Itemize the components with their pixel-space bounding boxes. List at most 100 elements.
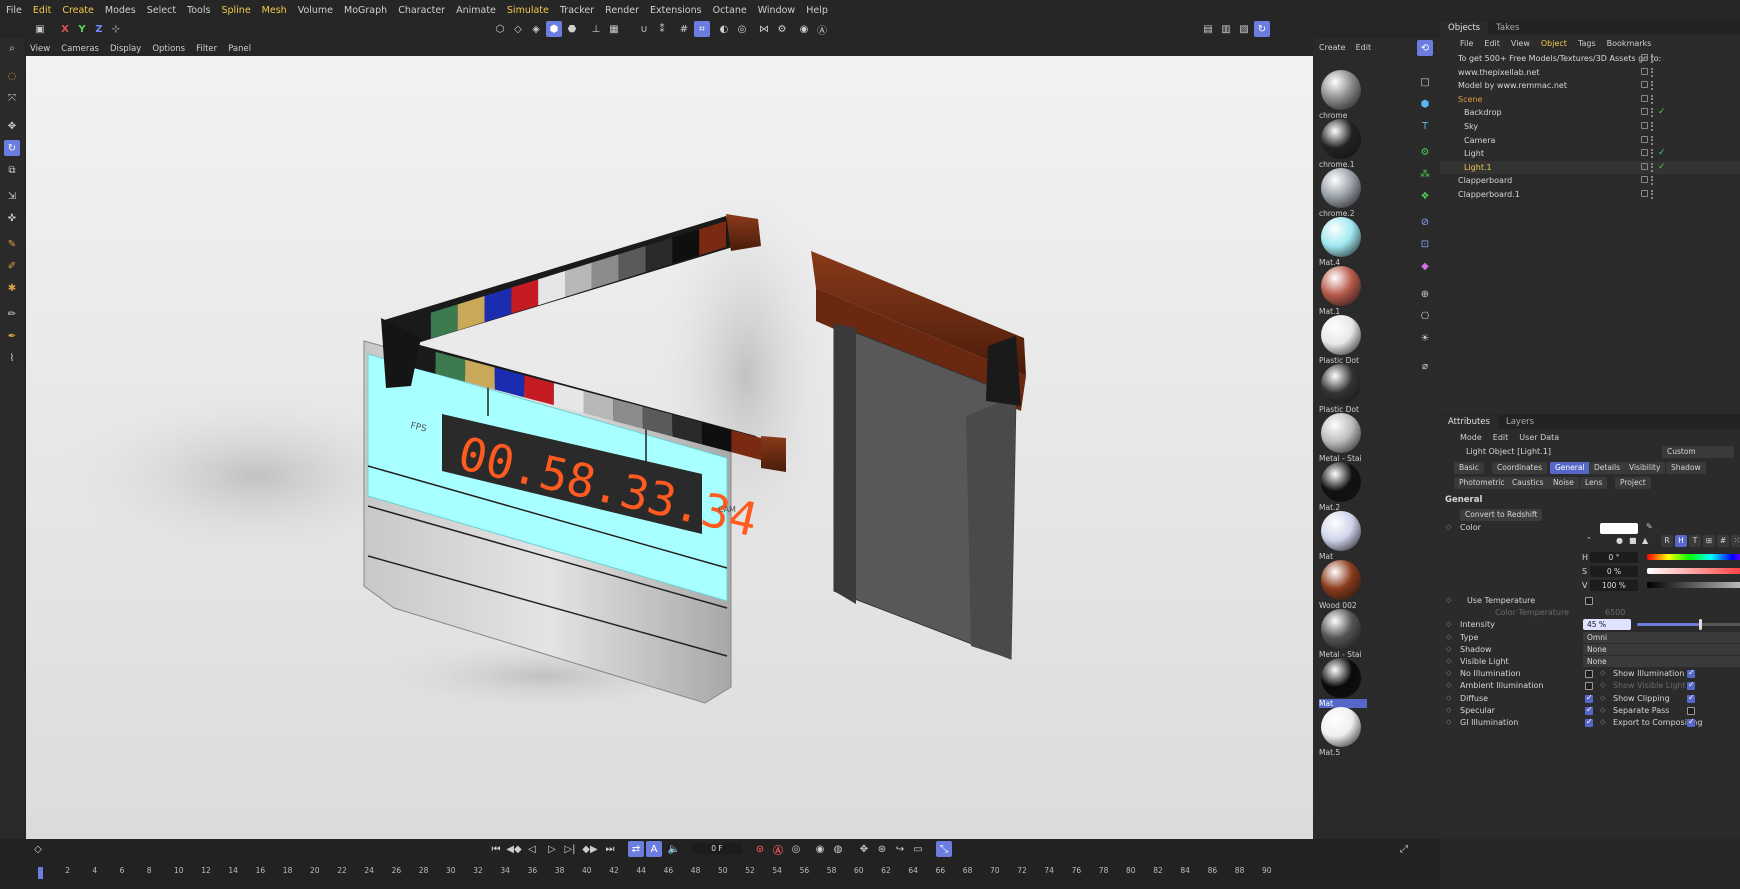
tab-coordinates[interactable]: Coordinates bbox=[1492, 462, 1548, 474]
quantize-icon[interactable]: ⁑ bbox=[654, 21, 670, 37]
y-axis-toggle[interactable]: Y bbox=[74, 21, 90, 37]
s-value-field[interactable]: 0 % bbox=[1590, 566, 1638, 577]
menu-select[interactable]: Select bbox=[147, 5, 176, 16]
object-row[interactable]: Camera bbox=[1440, 134, 1740, 148]
object-menu-edit[interactable]: Edit bbox=[1484, 39, 1500, 48]
object-row[interactable]: To get 500+ Free Models/Textures/3D Asse… bbox=[1440, 52, 1740, 66]
visibility-dots-icon[interactable] bbox=[1651, 190, 1654, 199]
checkbox-specular[interactable] bbox=[1585, 705, 1593, 715]
current-frame-field[interactable]: 0 F bbox=[692, 843, 742, 854]
deformer-icon[interactable]: ⊘ bbox=[1417, 214, 1433, 230]
viewport-menu-view[interactable]: View bbox=[30, 44, 50, 54]
menu-spline[interactable]: Spline bbox=[221, 5, 250, 16]
object-row[interactable]: www.thepixellab.net bbox=[1440, 66, 1740, 80]
spline-primitive-icon[interactable]: ✱ bbox=[4, 280, 20, 296]
object-mode-icon[interactable]: ⬣ bbox=[564, 21, 580, 37]
material-menu-edit[interactable]: Edit bbox=[1356, 43, 1372, 52]
visibility-dots-icon[interactable] bbox=[1651, 54, 1654, 63]
keyframe-diamond-icon[interactable]: ◇ bbox=[1446, 681, 1451, 689]
x-axis-toggle[interactable]: X bbox=[57, 21, 73, 37]
tab-attributes[interactable]: Attributes bbox=[1440, 415, 1498, 429]
menu-character[interactable]: Character bbox=[398, 5, 445, 16]
square-mode-icon[interactable]: ■ bbox=[1629, 536, 1637, 545]
material-swatch[interactable]: Wood 002 bbox=[1319, 560, 1367, 610]
search-icon[interactable]: ⌕ bbox=[4, 40, 20, 56]
snap-icon[interactable]: ∪ bbox=[636, 21, 652, 37]
keyframe-diamond-icon[interactable]: ◇ bbox=[1600, 718, 1605, 726]
scale-box-icon[interactable]: ⧉ bbox=[4, 162, 20, 178]
cube-outline-icon[interactable]: □ bbox=[1417, 74, 1433, 90]
points-mode-icon[interactable]: ⬡ bbox=[492, 21, 508, 37]
viewport-menu-options[interactable]: Options bbox=[152, 44, 185, 54]
tab-objects[interactable]: Objects bbox=[1440, 21, 1489, 35]
layer-checkbox[interactable] bbox=[1641, 122, 1648, 129]
keyframe-diamond-icon[interactable]: ◇ bbox=[1600, 706, 1605, 714]
menu-create[interactable]: Create bbox=[62, 5, 94, 16]
keyframe-diamond-icon[interactable]: ◇ bbox=[1446, 596, 1451, 604]
tab-basic[interactable]: Basic bbox=[1454, 462, 1484, 474]
spline-sketch-icon[interactable]: ✐ bbox=[4, 258, 20, 274]
menu-animate[interactable]: Animate bbox=[456, 5, 496, 16]
record-scale-icon[interactable]: ✥ bbox=[856, 841, 872, 857]
visibility-dots-icon[interactable] bbox=[1651, 122, 1654, 131]
menu-extensions[interactable]: Extensions bbox=[650, 5, 702, 16]
layer-checkbox[interactable] bbox=[1641, 190, 1648, 197]
preset-dropdown[interactable]: Custom bbox=[1662, 446, 1734, 458]
record-rotation-icon[interactable]: ◍ bbox=[830, 841, 846, 857]
menu-simulate[interactable]: Simulate bbox=[507, 5, 549, 16]
timeline-expand-icon[interactable]: ⤢ bbox=[1396, 841, 1412, 857]
keyframe-selection-icon[interactable]: ◎ bbox=[788, 841, 804, 857]
camera-icon[interactable]: ⎔ bbox=[1417, 308, 1433, 324]
loop-icon[interactable]: ⇄ bbox=[628, 841, 644, 857]
object-row[interactable]: Scene bbox=[1440, 93, 1740, 107]
play-icon[interactable]: ▷ bbox=[544, 841, 560, 857]
layer-checkbox[interactable] bbox=[1641, 67, 1648, 75]
keyframe-diamond-icon[interactable]: ◇ bbox=[1446, 523, 1451, 531]
keyframe-diamond-icon[interactable]: ◇ bbox=[1446, 657, 1451, 665]
light-icon[interactable]: ☀ bbox=[1417, 330, 1433, 346]
material-swatch[interactable]: chrome bbox=[1319, 70, 1367, 120]
checkbox-export-to-compositing[interactable] bbox=[1687, 717, 1695, 728]
checkbox-show-visible-light[interactable] bbox=[1687, 680, 1695, 691]
object-menu-tags[interactable]: Tags bbox=[1578, 39, 1596, 48]
enabled-check-icon[interactable]: ✓ bbox=[1658, 162, 1666, 172]
z-axis-toggle[interactable]: Z bbox=[91, 21, 107, 37]
tab-photometric[interactable]: Photometric bbox=[1454, 477, 1510, 489]
menu-tracker[interactable]: Tracker bbox=[560, 5, 594, 16]
keyframe-diamond-icon[interactable]: ◇ bbox=[1600, 694, 1605, 702]
material-swatch[interactable]: Metal - Stai bbox=[1319, 609, 1367, 659]
tab-general[interactable]: General bbox=[1550, 462, 1590, 474]
axis-mode-icon[interactable]: ⊥ bbox=[588, 21, 604, 37]
intensity-slider-handle[interactable] bbox=[1699, 619, 1703, 630]
keyframe-diamond-icon[interactable]: ◇ bbox=[30, 841, 46, 857]
playhead[interactable] bbox=[38, 867, 43, 879]
layer-checkbox[interactable] bbox=[1641, 149, 1648, 157]
material-swatch[interactable]: chrome.2 bbox=[1319, 168, 1367, 218]
tab-lens[interactable]: Lens bbox=[1580, 477, 1608, 489]
cube-primitive-icon[interactable]: ⬢ bbox=[1417, 96, 1433, 112]
visibility-dots-icon[interactable] bbox=[1651, 81, 1654, 91]
coordinate-system-icon[interactable]: ⊹ bbox=[108, 21, 124, 37]
tab-project[interactable]: Project bbox=[1615, 477, 1651, 489]
next-key-icon[interactable]: ◆▶ bbox=[582, 841, 598, 857]
material-swatch[interactable]: Plastic Dot bbox=[1319, 315, 1367, 365]
grid-icon[interactable]: # bbox=[676, 21, 692, 37]
knife-icon[interactable]: ⌇ bbox=[4, 350, 20, 366]
rgb-mode-button[interactable]: R bbox=[1661, 535, 1673, 547]
render-picture-viewer-icon[interactable]: ▥ bbox=[1218, 21, 1234, 37]
viewport-menu-display[interactable]: Display bbox=[110, 44, 141, 54]
material-swatch[interactable]: Mat.4 bbox=[1319, 217, 1367, 267]
visibility-dots-icon[interactable] bbox=[1651, 67, 1654, 77]
h-value-field[interactable]: 0 ° bbox=[1590, 552, 1638, 563]
color-mode-chevron-icon[interactable]: ⌃ bbox=[1586, 536, 1592, 544]
material-swatch[interactable]: chrome.1 bbox=[1319, 119, 1367, 169]
intensity-field[interactable]: 45 % bbox=[1583, 619, 1631, 630]
next-frame-icon[interactable]: ▷| bbox=[562, 841, 578, 857]
viewport-menu-filter[interactable]: Filter bbox=[196, 44, 217, 54]
checkbox-show-illumination[interactable] bbox=[1687, 668, 1695, 678]
eyedropper-icon[interactable]: ✎ bbox=[1646, 522, 1653, 531]
object-row[interactable]: Sky bbox=[1440, 120, 1740, 134]
menu-modes[interactable]: Modes bbox=[105, 5, 136, 16]
attribute-menu-edit[interactable]: Edit bbox=[1493, 433, 1509, 442]
viewport-menu-panel[interactable]: Panel bbox=[228, 44, 251, 54]
